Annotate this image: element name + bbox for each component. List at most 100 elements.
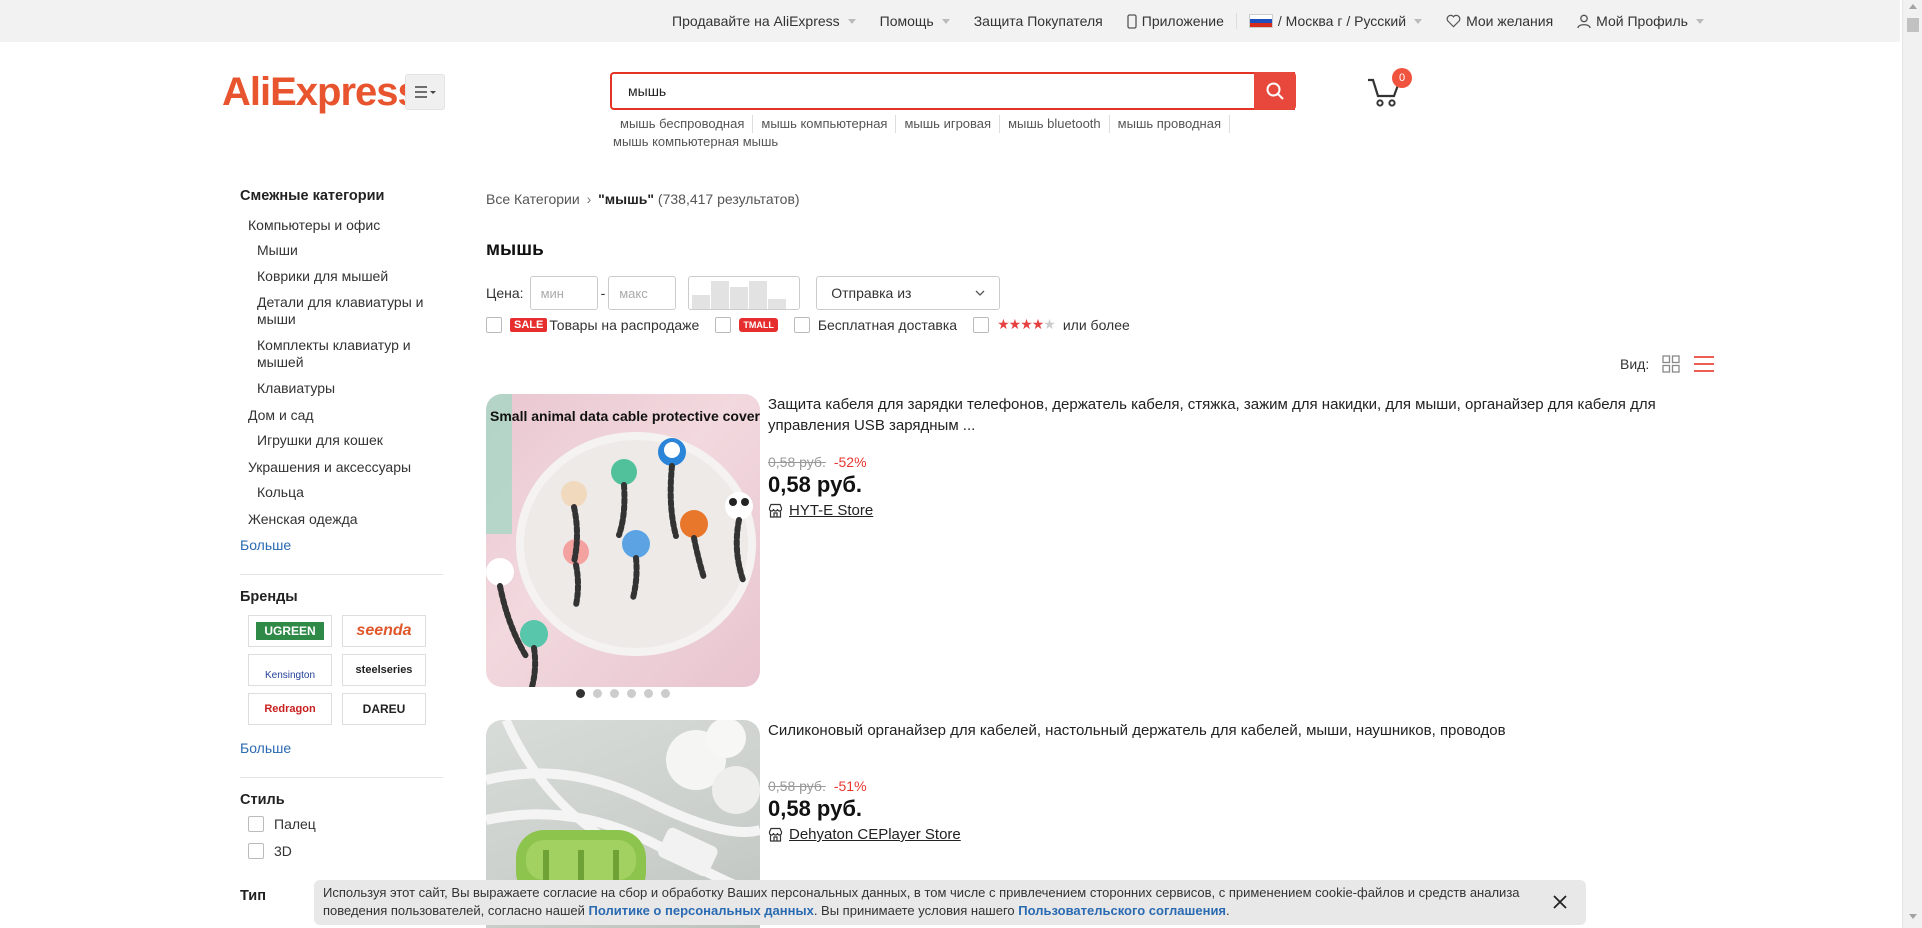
product-price: 0,58 руб. <box>768 472 863 497</box>
carousel-dot[interactable] <box>610 689 619 698</box>
style-option-finger[interactable]: Палец <box>240 810 443 837</box>
scrollbar-thumb[interactable] <box>1907 18 1919 32</box>
cookie-banner: Используя этот сайт, Вы выражаете соглас… <box>314 880 1586 925</box>
checkbox[interactable] <box>248 815 264 832</box>
search-suggestion[interactable]: мышь компьютерная мышь <box>612 133 786 151</box>
ship-from-dropdown[interactable]: Отправка из <box>816 276 1001 310</box>
grid-view-icon[interactable] <box>1661 354 1681 374</box>
sale-badge: SALE <box>510 317 548 332</box>
store-link[interactable]: HYT-E Store <box>768 502 1718 519</box>
product-title[interactable]: Силиконовый органайзер для кабелей, наст… <box>768 720 1718 741</box>
breadcrumb-all-categories[interactable]: Все Категории <box>486 191 580 207</box>
category-item[interactable]: Дом и сад <box>240 402 443 428</box>
price-max-input[interactable]: макс <box>608 276 677 310</box>
search-button[interactable] <box>1254 72 1296 110</box>
breadcrumb-query: "мышь" <box>598 191 655 207</box>
sale-label: Товары на распродаже <box>549 316 700 333</box>
search-suggestion[interactable]: мышь компьютерная <box>753 115 897 133</box>
price-min-input[interactable]: мин <box>529 276 598 310</box>
search-value: мышь <box>628 83 667 99</box>
carousel-dot[interactable] <box>576 689 585 698</box>
checkbox[interactable] <box>248 842 264 859</box>
page-title: мышь <box>486 239 544 260</box>
brand-steelseries[interactable]: steelseries <box>342 654 426 686</box>
carousel-dot[interactable] <box>627 689 636 698</box>
cart-button[interactable]: 0 <box>1366 68 1412 110</box>
price-histogram[interactable] <box>688 276 801 310</box>
brand-redragon[interactable]: Redragon <box>248 693 332 725</box>
star-rating-icon: ★★★★★ <box>997 316 1056 332</box>
price-max-placeholder: макс <box>619 285 648 301</box>
free-shipping-filter[interactable]: Бесплатная доставка <box>793 316 957 333</box>
category-item[interactable]: Украшения и аксессуары <box>240 454 443 480</box>
category-item[interactable]: Женская одежда <box>240 506 443 532</box>
brand-kensington[interactable]: Kensington <box>248 654 332 686</box>
profile-menu[interactable]: Мой Профиль <box>1565 13 1716 29</box>
subcategory-item[interactable]: Клавиатуры <box>240 376 443 402</box>
style-option-label: 3D <box>274 842 292 859</box>
scrollbar[interactable] <box>1902 0 1922 928</box>
checkbox[interactable] <box>715 316 732 333</box>
carousel-dot[interactable] <box>661 689 670 698</box>
brand-seenda[interactable]: seenda <box>342 615 426 647</box>
privacy-policy-link[interactable]: Политике о персональных данных <box>589 903 814 918</box>
app-link[interactable]: Приложение <box>1115 13 1236 29</box>
price-row: 0,58 руб. -51% <box>768 778 1718 794</box>
discount-badge: -51% <box>833 778 867 794</box>
categories-more-link[interactable]: Больше <box>240 532 443 558</box>
buyer-protection-link[interactable]: Защита Покупателя <box>962 13 1115 29</box>
region-language-selector[interactable]: / Москва г / Русский <box>1237 13 1434 29</box>
product-price: 0,58 руб. <box>768 796 863 821</box>
subcategory-item[interactable]: Игрушки для кошек <box>240 428 443 454</box>
brand-kensington-logo: Kensington <box>264 669 316 681</box>
category-list: Компьютеры и офис Мыши Коврики для мышей Де… <box>240 212 443 532</box>
user-icon <box>1577 14 1591 28</box>
search-suggestion[interactable]: мышь беспроводная <box>612 115 754 133</box>
brand-dareu[interactable]: DAREU <box>342 693 426 725</box>
checkbox[interactable] <box>486 316 502 333</box>
wishlist-link[interactable]: Мои желания <box>1434 13 1565 29</box>
subcategory-item[interactable]: Мыши <box>240 238 443 264</box>
product-title[interactable]: Защита кабеля для зарядки телефонов, дер… <box>768 394 1718 436</box>
product-info: Защита кабеля для зарядки телефонов, дер… <box>768 394 1718 519</box>
checkbox[interactable] <box>973 316 990 333</box>
list-view-icon[interactable] <box>1693 354 1715 374</box>
checkbox[interactable] <box>793 316 810 333</box>
subcategory-item[interactable]: Комплекты клавиатур и мышей <box>240 333 443 376</box>
breadcrumb-separator-icon: › <box>586 191 592 207</box>
heart-icon <box>1446 14 1461 28</box>
categories-menu-button[interactable] <box>405 74 445 110</box>
user-agreement-link[interactable]: Пользовательского соглашения <box>1018 903 1226 918</box>
close-icon[interactable] <box>1550 892 1570 912</box>
style-option-3d[interactable]: 3D <box>240 837 443 864</box>
filter-options: SALE Товары на распродаже TMALL Бесплатна… <box>486 316 1146 333</box>
rating-filter[interactable]: ★★★★★ или более <box>973 316 1130 333</box>
scroll-up-arrow-icon[interactable] <box>1909 4 1917 9</box>
rating-label: или более <box>1062 316 1130 333</box>
search-suggestion[interactable]: мышь bluetooth <box>1000 115 1110 133</box>
related-categories-title: Смежные категории <box>240 188 385 204</box>
store-link[interactable]: Dehyaton CEPlayer Store <box>768 826 1718 843</box>
tmall-filter[interactable]: TMALL <box>715 316 778 333</box>
carousel-dot[interactable] <box>644 689 653 698</box>
product-image[interactable]: Small animal data cable protective cover <box>486 394 760 687</box>
divider <box>240 777 443 778</box>
search-suggestion[interactable]: мышь проводная <box>1110 115 1230 133</box>
product-card[interactable]: Small animal data cable protective cover… <box>486 394 1716 694</box>
help-link[interactable]: Помощь <box>868 13 962 29</box>
sell-on-aliexpress-link[interactable]: Продавайте на AliExpress <box>660 13 868 29</box>
sale-filter[interactable]: SALE Товары на распродаже <box>486 316 700 333</box>
carousel-dot[interactable] <box>593 689 602 698</box>
style-title: Стиль <box>240 792 285 808</box>
scroll-down-arrow-icon[interactable] <box>1909 914 1917 919</box>
aliexpress-logo[interactable]: AliExpress™ <box>222 70 428 115</box>
histogram-bar <box>692 295 711 309</box>
brands-more-link[interactable]: Больше <box>240 735 443 761</box>
search-input[interactable]: мышь <box>610 72 1295 110</box>
subcategory-item[interactable]: Кольца <box>240 480 443 506</box>
search-suggestion[interactable]: мышь игровая <box>896 115 1001 133</box>
subcategory-item[interactable]: Коврики для мышей <box>240 264 443 290</box>
brand-ugreen[interactable]: UGREEN <box>248 615 332 647</box>
subcategory-item[interactable]: Детали для клавиатуры и мыши <box>240 290 443 333</box>
category-item[interactable]: Компьютеры и офис <box>240 212 443 238</box>
